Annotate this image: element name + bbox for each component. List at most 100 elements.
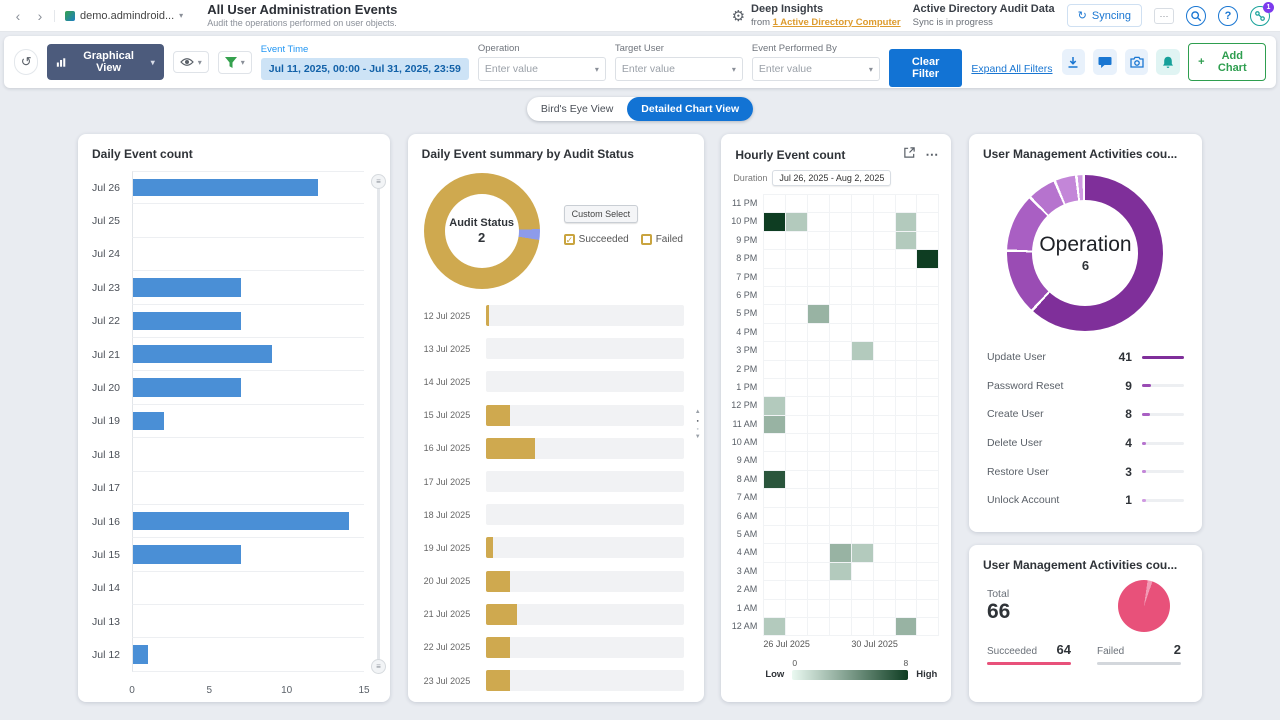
summary-bar[interactable] <box>486 537 493 558</box>
operation-legend-row[interactable]: Restore User3 <box>987 457 1184 486</box>
bar[interactable] <box>133 545 241 563</box>
summary-bar[interactable] <box>486 604 518 625</box>
heat-cell[interactable] <box>764 397 786 415</box>
heat-cell[interactable] <box>764 581 786 599</box>
heat-cell[interactable] <box>917 544 939 562</box>
heat-cell[interactable] <box>808 581 830 599</box>
heat-cell[interactable] <box>852 213 874 231</box>
heat-cell[interactable] <box>896 250 918 268</box>
heat-cell[interactable] <box>896 305 918 323</box>
heat-cell[interactable] <box>852 250 874 268</box>
heat-cell[interactable] <box>808 618 830 636</box>
heat-cell[interactable] <box>764 618 786 636</box>
heat-cell[interactable] <box>874 544 896 562</box>
heat-cell[interactable] <box>764 324 786 342</box>
heat-cell[interactable] <box>830 618 852 636</box>
alerts-button[interactable] <box>1156 49 1180 75</box>
heat-cell[interactable] <box>830 269 852 287</box>
heat-cell[interactable] <box>896 416 918 434</box>
heat-cell[interactable] <box>830 342 852 360</box>
heat-cell[interactable] <box>830 250 852 268</box>
heat-cell[interactable] <box>764 287 786 305</box>
heat-cell[interactable] <box>917 213 939 231</box>
heat-cell[interactable] <box>764 434 786 452</box>
heat-cell[interactable] <box>896 471 918 489</box>
heat-cell[interactable] <box>874 269 896 287</box>
bar[interactable] <box>133 345 272 363</box>
heat-cell[interactable] <box>786 434 808 452</box>
heat-cell[interactable] <box>830 361 852 379</box>
heat-cell[interactable] <box>830 489 852 507</box>
heat-cell[interactable] <box>874 489 896 507</box>
operation-legend-row[interactable]: Password Reset9 <box>987 372 1184 401</box>
summary-bar[interactable] <box>486 571 511 592</box>
heat-cell[interactable] <box>764 213 786 231</box>
heat-cell[interactable] <box>764 342 786 360</box>
heat-cell[interactable] <box>852 544 874 562</box>
heat-cell[interactable] <box>852 195 874 213</box>
heat-cell[interactable] <box>786 379 808 397</box>
heat-cell[interactable] <box>852 361 874 379</box>
heat-cell[interactable] <box>786 250 808 268</box>
heat-cell[interactable] <box>808 324 830 342</box>
heat-cell[interactable] <box>808 250 830 268</box>
heat-cell[interactable] <box>786 361 808 379</box>
heat-cell[interactable] <box>830 416 852 434</box>
heat-cell[interactable] <box>896 324 918 342</box>
heat-cell[interactable] <box>808 563 830 581</box>
heat-cell[interactable] <box>764 526 786 544</box>
heat-cell[interactable] <box>808 526 830 544</box>
heat-cell[interactable] <box>786 489 808 507</box>
heat-cell[interactable] <box>808 379 830 397</box>
heat-cell[interactable] <box>786 471 808 489</box>
list-scroll-indicator[interactable]: ▲ ● ● ▼ <box>695 409 701 440</box>
heat-cell[interactable] <box>917 305 939 323</box>
heat-cell[interactable] <box>852 452 874 470</box>
heat-cell[interactable] <box>764 452 786 470</box>
checkbox-icon[interactable]: ✓ <box>564 234 575 245</box>
heat-cell[interactable] <box>917 563 939 581</box>
heat-cell[interactable] <box>874 600 896 618</box>
operation-legend-row[interactable]: Update User41 <box>987 343 1184 372</box>
custom-select-button[interactable]: Custom Select <box>564 205 639 223</box>
export-icon[interactable] <box>903 146 916 164</box>
heat-cell[interactable] <box>852 618 874 636</box>
heat-cell[interactable] <box>917 452 939 470</box>
heat-cell[interactable] <box>830 526 852 544</box>
heat-cell[interactable] <box>808 397 830 415</box>
heat-cell[interactable] <box>917 416 939 434</box>
heat-cell[interactable] <box>896 563 918 581</box>
heat-cell[interactable] <box>896 269 918 287</box>
heat-cell[interactable] <box>764 269 786 287</box>
heat-cell[interactable] <box>808 342 830 360</box>
bar[interactable] <box>133 412 164 430</box>
heat-cell[interactable] <box>830 213 852 231</box>
feedback-button[interactable] <box>1093 49 1117 75</box>
heat-cell[interactable] <box>874 563 896 581</box>
heat-cell[interactable] <box>808 471 830 489</box>
heat-cell[interactable] <box>852 305 874 323</box>
heat-cell[interactable] <box>808 232 830 250</box>
heat-cell[interactable] <box>874 195 896 213</box>
heat-cell[interactable] <box>917 324 939 342</box>
heat-cell[interactable] <box>830 379 852 397</box>
heat-cell[interactable] <box>896 581 918 599</box>
heat-cell[interactable] <box>874 342 896 360</box>
operation-select[interactable]: Enter value ▾ <box>478 57 606 81</box>
heat-cell[interactable] <box>917 269 939 287</box>
graphical-view-button[interactable]: Graphical View ▾ <box>47 44 163 80</box>
heat-cell[interactable] <box>786 452 808 470</box>
heat-cell[interactable] <box>917 287 939 305</box>
heat-cell[interactable] <box>874 452 896 470</box>
heat-cell[interactable] <box>874 232 896 250</box>
heat-cell[interactable] <box>874 305 896 323</box>
heat-cell[interactable] <box>874 287 896 305</box>
snapshot-button[interactable] <box>1125 49 1149 75</box>
heat-cell[interactable] <box>808 452 830 470</box>
heat-cell[interactable] <box>852 379 874 397</box>
heat-cell[interactable] <box>917 618 939 636</box>
heat-cell[interactable] <box>764 379 786 397</box>
birds-eye-view-tab[interactable]: Bird's Eye View <box>527 97 627 121</box>
heat-cell[interactable] <box>786 195 808 213</box>
target-user-select[interactable]: Enter value ▾ <box>615 57 743 81</box>
